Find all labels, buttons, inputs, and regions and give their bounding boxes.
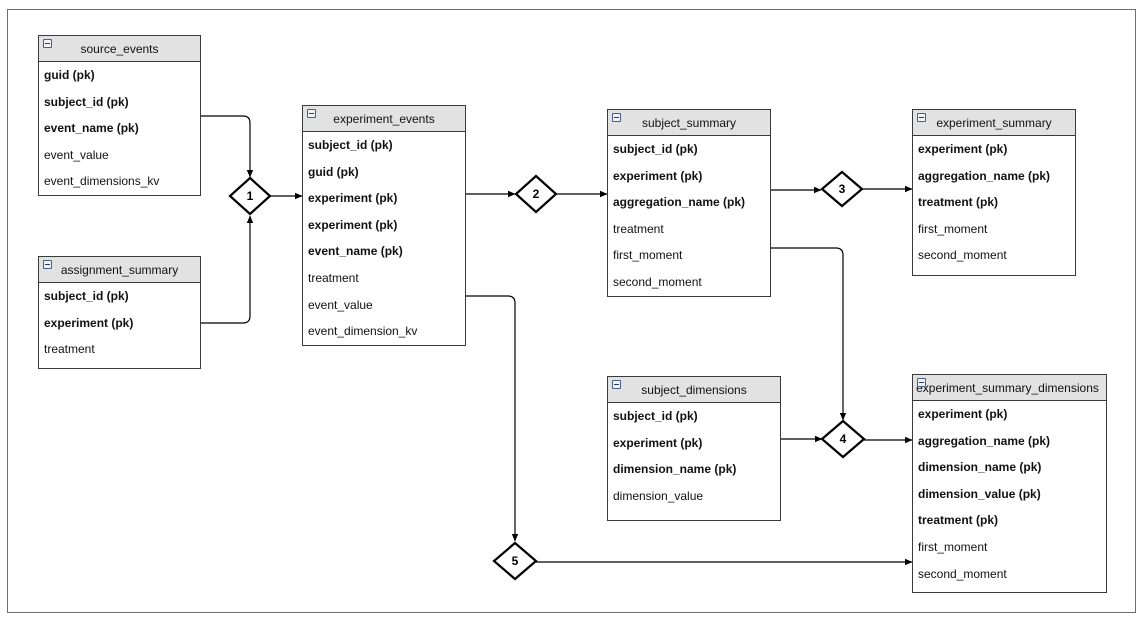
primary-key-field[interactable]: dimension_name (pk) [913, 454, 1106, 481]
primary-key-field[interactable]: experiment (pk) [608, 430, 780, 457]
primary-key-field[interactable]: aggregation_name (pk) [913, 163, 1075, 190]
collapse-toggle-icon[interactable] [43, 39, 52, 48]
collapse-toggle-icon[interactable] [917, 113, 926, 122]
assignment-summary-header[interactable]: assignment_summary [39, 257, 200, 283]
collapse-toggle-icon[interactable] [43, 260, 52, 269]
collapse-toggle-icon[interactable] [917, 378, 926, 387]
field[interactable]: event_dimension_kv [303, 318, 465, 345]
entity-experiment-events[interactable]: experiment_events subject_id (pk) guid (pk… [302, 105, 466, 346]
subject-summary-header[interactable]: subject_summary [608, 110, 770, 136]
primary-key-field[interactable]: guid (pk) [303, 159, 465, 186]
step-3-label: 3 [838, 182, 846, 196]
primary-key-field[interactable]: experiment (pk) [608, 163, 770, 190]
edge-source-events-to-step-1 [201, 115, 254, 178]
primary-key-field[interactable]: subject_id (pk) [608, 403, 780, 430]
primary-key-field[interactable]: experiment (pk) [303, 212, 465, 239]
field[interactable]: first_moment [913, 534, 1106, 561]
experiment-events-title: experiment_events [333, 112, 435, 126]
field[interactable]: second_moment [913, 242, 1075, 269]
primary-key-field[interactable]: subject_id (pk) [608, 136, 770, 163]
field[interactable]: dimension_value [608, 483, 780, 510]
edge-assignment-summary-to-step-1 [201, 215, 254, 324]
field[interactable]: treatment [608, 216, 770, 243]
primary-key-field[interactable]: experiment (pk) [913, 401, 1106, 428]
collapse-toggle-icon[interactable] [307, 109, 316, 118]
edge-experiment-events-to-step-5 [465, 295, 519, 542]
entity-source-events[interactable]: source_events guid (pk) subject_id (pk) eve… [38, 35, 201, 196]
experiment-summary-dimensions-header[interactable]: experiment_summary_dimensions [913, 375, 1106, 401]
experiment-summary-title: experiment_summary [936, 116, 1052, 130]
collapse-toggle-icon[interactable] [612, 113, 621, 122]
primary-key-field[interactable]: aggregation_name (pk) [913, 428, 1106, 455]
primary-key-field[interactable]: treatment (pk) [913, 507, 1106, 534]
primary-key-field[interactable]: experiment (pk) [913, 136, 1075, 163]
assignment-summary-title: assignment_summary [60, 263, 179, 277]
primary-key-field[interactable]: treatment (pk) [913, 189, 1075, 216]
primary-key-field[interactable]: experiment (pk) [39, 310, 200, 337]
field[interactable]: event_value [303, 292, 465, 319]
field[interactable]: first_moment [608, 242, 770, 269]
collapse-toggle-icon[interactable] [612, 380, 621, 389]
entity-experiment-summary[interactable]: experiment_summary experiment (pk) aggrega… [912, 109, 1076, 276]
field[interactable]: second_moment [913, 561, 1106, 588]
primary-key-field[interactable]: event_name (pk) [303, 238, 465, 265]
entity-assignment-summary[interactable]: assignment_summary subject_id (pk) experim… [38, 256, 201, 369]
primary-key-field[interactable]: guid (pk) [39, 62, 200, 89]
field[interactable]: first_moment [913, 216, 1075, 243]
field[interactable]: treatment [303, 265, 465, 292]
step-4-label: 4 [839, 432, 847, 446]
field[interactable]: treatment [39, 336, 200, 363]
primary-key-field[interactable]: dimension_value (pk) [913, 481, 1106, 508]
entity-subject-dimensions[interactable]: subject_dimensions subject_id (pk) experim… [607, 376, 781, 521]
edge-subject-summary-to-step-4 [771, 247, 847, 421]
subject-dimensions-title: subject_dimensions [641, 383, 747, 397]
primary-key-field[interactable]: aggregation_name (pk) [608, 189, 770, 216]
primary-key-field[interactable]: event_name (pk) [39, 115, 200, 142]
primary-key-field[interactable]: subject_id (pk) [303, 132, 465, 159]
field[interactable]: second_moment [608, 269, 770, 296]
subject-dimensions-header[interactable]: subject_dimensions [608, 377, 780, 403]
experiment-events-header[interactable]: experiment_events [303, 106, 465, 132]
field[interactable]: event_value [39, 142, 200, 169]
step-1-label: 1 [246, 189, 254, 203]
source-events-header[interactable]: source_events [39, 36, 200, 62]
source-events-title: source_events [80, 42, 159, 56]
step-2-label: 2 [532, 187, 540, 201]
primary-key-field[interactable]: subject_id (pk) [39, 89, 200, 116]
primary-key-field[interactable]: experiment (pk) [303, 185, 465, 212]
entity-experiment-summary-dimensions[interactable]: experiment_summary_dimensions experiment … [912, 374, 1107, 593]
step-5-label: 5 [511, 554, 519, 568]
primary-key-field[interactable]: subject_id (pk) [39, 283, 200, 310]
experiment-summary-dimensions-title: experiment_summary_dimensions [916, 381, 1099, 395]
subject-summary-title: subject_summary [641, 116, 737, 130]
entity-subject-summary[interactable]: subject_summary subject_id (pk) experiment… [607, 109, 771, 297]
primary-key-field[interactable]: dimension_name (pk) [608, 456, 780, 483]
experiment-summary-header[interactable]: experiment_summary [913, 110, 1075, 136]
field[interactable]: event_dimensions_kv [39, 168, 200, 195]
